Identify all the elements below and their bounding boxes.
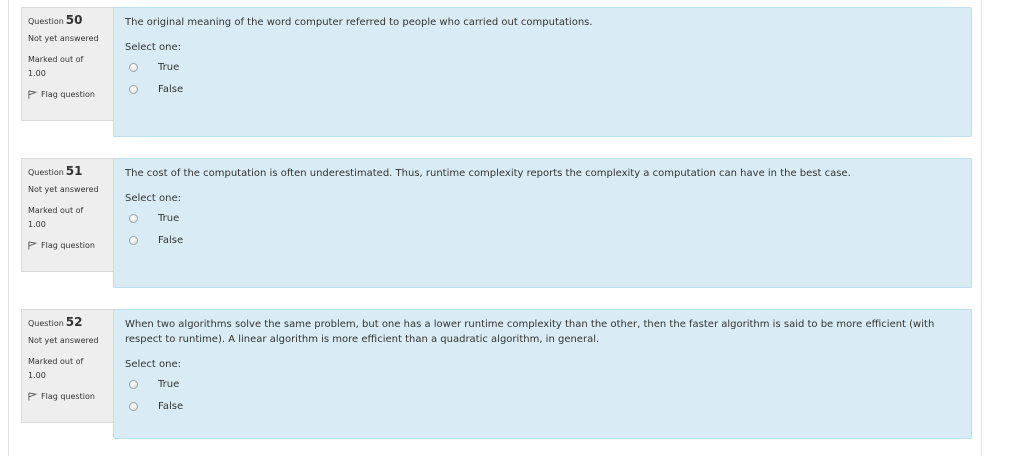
radio-button[interactable] [129,401,138,411]
question-state: Not yet answered [28,336,99,345]
grade-label: Marked out of [28,55,84,64]
question-info: Question 50 Not yet answered Marked out o… [21,7,121,121]
radio-button[interactable] [129,235,138,245]
grade-value: 1.00 [28,371,46,380]
option-false[interactable]: False [125,395,960,417]
select-prompt: Select one: [125,359,182,370]
radio-button[interactable] [129,213,138,223]
question-number: Question 52 [28,315,83,329]
select-prompt: Select one: [125,193,182,204]
question-content: The original meaning of the word compute… [113,7,972,137]
question-state: Not yet answered [28,34,99,43]
flag-question-link[interactable]: Flag question [28,241,114,250]
grade-label: Marked out of [28,206,84,215]
question-number: Question 51 [28,164,83,178]
radio-button[interactable] [129,62,138,72]
page-right-border [981,0,982,456]
flag-question-link[interactable]: Flag question [28,90,114,99]
question-text: When two algorithms solve the same probl… [125,319,935,345]
radio-button[interactable] [129,379,138,389]
question-text: The cost of the computation is often und… [125,168,851,179]
flag-icon [28,392,37,401]
select-prompt: Select one: [125,42,182,53]
question-text: The original meaning of the word compute… [125,17,593,28]
question-info: Question 51 Not yet answered Marked out o… [21,158,121,272]
grade-label: Marked out of [28,357,84,366]
question-info: Question 52 Not yet answered Marked out o… [21,309,121,423]
option-true[interactable]: True [125,56,960,78]
question-state: Not yet answered [28,185,99,194]
option-false[interactable]: False [125,229,960,251]
answer-options: True False [125,56,960,100]
radio-button[interactable] [129,84,138,94]
question-content: The cost of the computation is often und… [113,158,972,288]
flag-icon [28,90,37,99]
page-left-border [8,0,9,456]
flag-question-link[interactable]: Flag question [28,392,114,401]
answer-options: True False [125,207,960,251]
grade-value: 1.00 [28,220,46,229]
option-true[interactable]: True [125,207,960,229]
option-true[interactable]: True [125,373,960,395]
question-content: When two algorithms solve the same probl… [113,309,972,439]
answer-options: True False [125,373,960,417]
grade-value: 1.00 [28,69,46,78]
option-false[interactable]: False [125,78,960,100]
question-number: Question 50 [28,13,83,27]
flag-icon [28,241,37,250]
